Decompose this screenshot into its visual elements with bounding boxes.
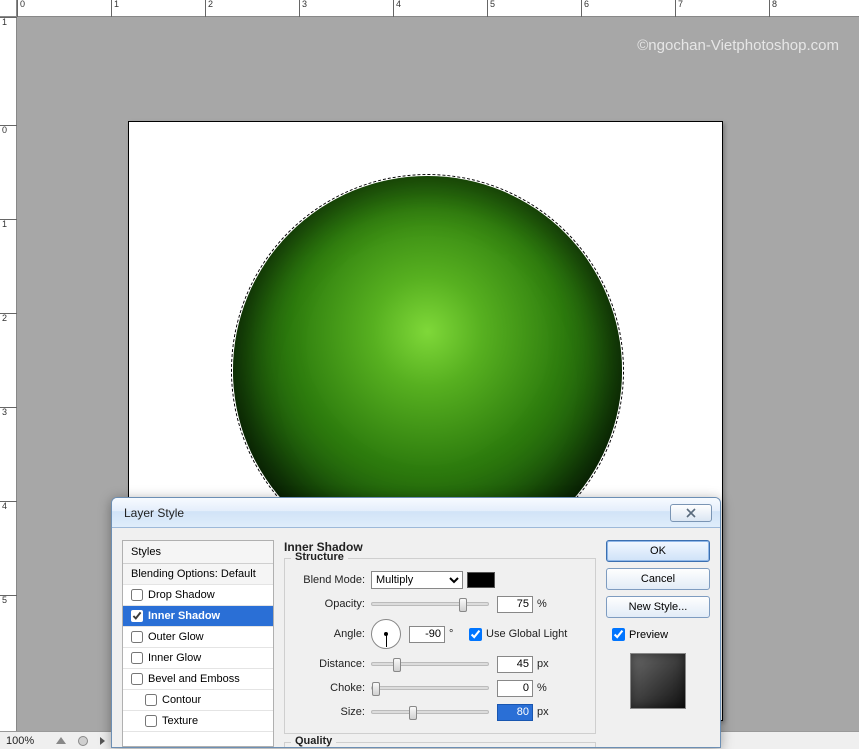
status-menu-chevron-icon[interactable]	[100, 737, 105, 745]
styles-list: Styles Blending Options: Default Drop Sh…	[122, 540, 274, 747]
global-light-checkbox-wrap[interactable]: Use Global Light	[469, 628, 567, 641]
dialog-titlebar[interactable]: Layer Style	[112, 498, 720, 528]
choke-slider[interactable]	[371, 686, 489, 690]
blend-mode-row: Blend Mode: Multiply	[293, 569, 587, 591]
quality-legend: Quality	[291, 735, 336, 747]
styles-header[interactable]: Styles	[123, 541, 273, 564]
style-checkbox[interactable]	[145, 715, 157, 727]
ruler-tick: 8	[769, 0, 777, 17]
settings-panel: Inner Shadow Structure Blend Mode: Multi…	[284, 540, 596, 747]
ruler-tick: 6	[581, 0, 589, 17]
doc-status-icon	[78, 736, 88, 746]
ok-button[interactable]: OK	[606, 540, 710, 562]
style-label: Texture	[162, 715, 198, 727]
style-row-inner-glow[interactable]: Inner Glow	[123, 648, 273, 669]
blend-mode-select[interactable]: Multiply	[371, 571, 463, 589]
size-unit: px	[533, 706, 551, 718]
ruler-tick: 1	[111, 0, 119, 17]
choke-input[interactable]	[497, 680, 533, 697]
size-slider[interactable]	[371, 710, 489, 714]
style-label: Outer Glow	[148, 631, 204, 643]
style-row-outer-glow[interactable]: Outer Glow	[123, 627, 273, 648]
choke-label: Choke:	[293, 682, 371, 694]
opacity-row: Opacity: %	[293, 593, 587, 615]
style-checkbox[interactable]	[131, 652, 143, 664]
structure-legend: Structure	[291, 551, 348, 563]
ruler-tick: 2	[0, 313, 17, 323]
preview-checkbox-wrap[interactable]: Preview	[606, 628, 710, 641]
style-checkbox[interactable]	[145, 694, 157, 706]
opacity-input[interactable]	[497, 596, 533, 613]
ruler-tick: 1	[0, 219, 17, 229]
cancel-button[interactable]: Cancel	[606, 568, 710, 590]
layer-style-dialog: Layer Style Styles Blending Options: Def…	[111, 497, 721, 748]
style-label: Contour	[162, 694, 201, 706]
style-checkbox[interactable]	[131, 631, 143, 643]
style-row-inner-shadow[interactable]: Inner Shadow	[123, 606, 273, 627]
ruler-tick: 4	[393, 0, 401, 17]
angle-unit: °	[445, 628, 463, 640]
blend-mode-label: Blend Mode:	[293, 574, 371, 586]
ruler-tick: 0	[0, 125, 17, 135]
style-label: Bevel and Emboss	[148, 673, 240, 685]
opacity-label: Opacity:	[293, 598, 371, 610]
style-checkbox[interactable]	[131, 589, 143, 601]
opacity-unit: %	[533, 598, 551, 610]
preview-thumbnail	[630, 653, 686, 709]
global-light-checkbox[interactable]	[469, 628, 482, 641]
ruler-tick: 7	[675, 0, 683, 17]
shadow-color-swatch[interactable]	[467, 572, 495, 588]
style-row-texture[interactable]: Texture	[123, 711, 273, 732]
quality-group: Quality	[284, 742, 596, 748]
close-icon	[686, 508, 696, 518]
distance-label: Distance:	[293, 658, 371, 670]
blending-options-row[interactable]: Blending Options: Default	[123, 564, 273, 585]
style-row-contour[interactable]: Contour	[123, 690, 273, 711]
choke-unit: %	[533, 682, 551, 694]
close-button[interactable]	[670, 504, 712, 522]
angle-label: Angle:	[293, 628, 371, 640]
style-label: Inner Shadow	[148, 610, 220, 622]
structure-group: Structure Blend Mode: Multiply Opacity: …	[284, 558, 596, 734]
distance-row: Distance: px	[293, 653, 587, 675]
new-style-button[interactable]: New Style...	[606, 596, 710, 618]
distance-unit: px	[533, 658, 551, 670]
style-row-drop-shadow[interactable]: Drop Shadow	[123, 585, 273, 606]
style-label: Inner Glow	[148, 652, 201, 664]
ruler-tick: 3	[0, 407, 17, 417]
zoom-level[interactable]: 100%	[6, 735, 46, 747]
vertical-ruler: 1 0 1 2 3 4 5	[0, 17, 17, 731]
doc-info-icon[interactable]	[56, 737, 66, 744]
ruler-tick: 1	[0, 17, 17, 27]
ruler-tick: 5	[0, 595, 17, 605]
watermark-text: ©ngochan-Vietphotoshop.com	[637, 37, 839, 54]
style-checkbox[interactable]	[131, 673, 143, 685]
style-checkbox[interactable]	[131, 610, 143, 622]
distance-input[interactable]	[497, 656, 533, 673]
ruler-tick: 0	[17, 0, 25, 17]
preview-checkbox[interactable]	[612, 628, 625, 641]
ruler-tick: 3	[299, 0, 307, 17]
style-label: Drop Shadow	[148, 589, 215, 601]
ruler-tick: 4	[0, 501, 17, 511]
choke-row: Choke: %	[293, 677, 587, 699]
style-row-bevel-emboss[interactable]: Bevel and Emboss	[123, 669, 273, 690]
size-label: Size:	[293, 706, 371, 718]
preview-label: Preview	[629, 629, 668, 641]
dialog-buttons-column: OK Cancel New Style... Preview	[606, 540, 710, 747]
opacity-slider[interactable]	[371, 602, 489, 606]
angle-input[interactable]	[409, 626, 445, 643]
ruler-corner	[0, 0, 17, 17]
distance-slider[interactable]	[371, 662, 489, 666]
ruler-tick: 5	[487, 0, 495, 17]
global-light-label: Use Global Light	[486, 628, 567, 640]
size-input[interactable]	[497, 704, 533, 721]
dialog-title: Layer Style	[120, 506, 670, 520]
horizontal-ruler: 0 1 2 3 4 5 6 7 8 9	[17, 0, 859, 17]
angle-row: Angle: ° Use Global Light	[293, 617, 587, 651]
angle-dial[interactable]	[371, 619, 401, 649]
ruler-tick: 2	[205, 0, 213, 17]
size-row: Size: px	[293, 701, 587, 723]
